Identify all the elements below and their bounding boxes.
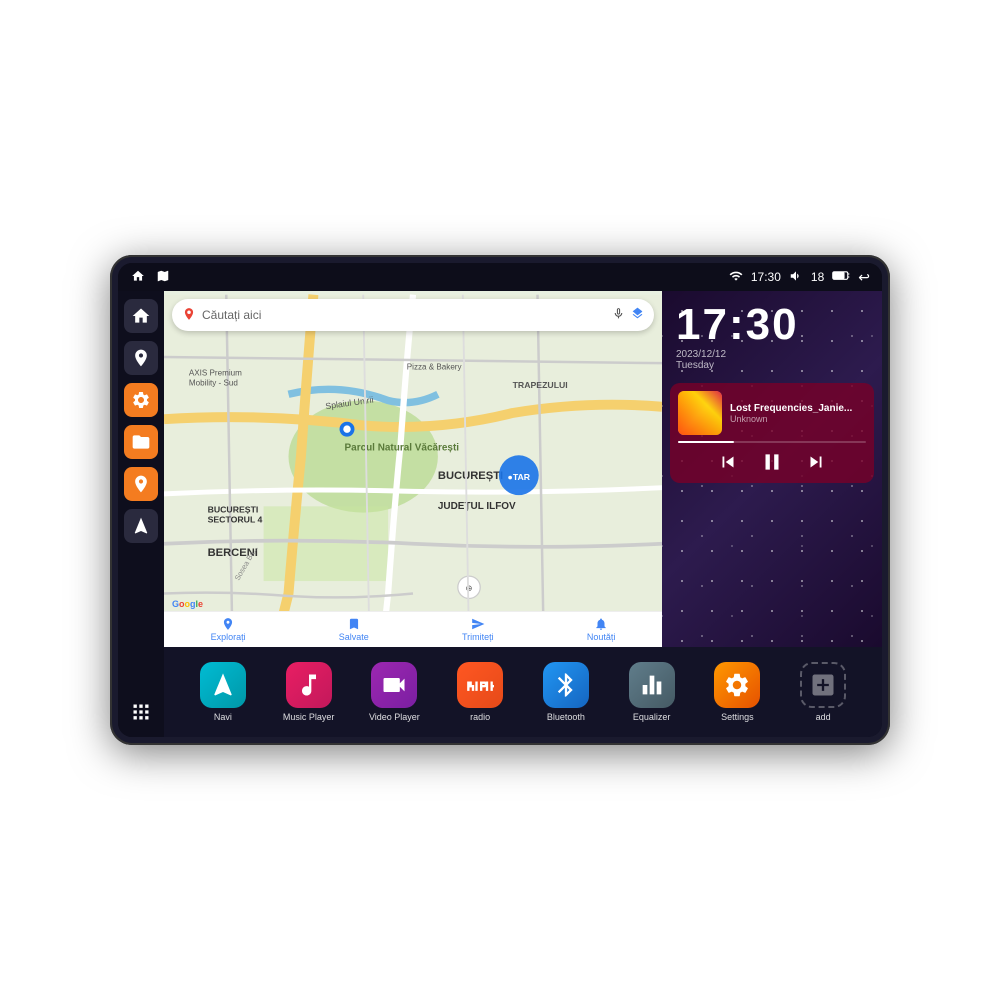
app-grid-section: Navi Music Player Video Player (164, 647, 882, 737)
map-background: Splaiul Unirii Parcul Natural Văcărești … (164, 291, 662, 647)
layers-icon[interactable] (631, 307, 644, 323)
music-progress-bar[interactable] (678, 441, 866, 443)
back-icon[interactable]: ↩ (858, 269, 870, 286)
sidebar (118, 291, 164, 737)
navi-label: Navi (214, 712, 232, 722)
app-equalizer[interactable]: Equalizer (621, 662, 683, 722)
equalizer-label: Equalizer (633, 712, 671, 722)
mic-icon[interactable] (612, 307, 625, 323)
volume-icon (789, 269, 803, 286)
status-bar: 17:30 18 ↩ (118, 263, 882, 291)
svg-text:BUCUREȘTI: BUCUREȘTI (208, 505, 259, 515)
sidebar-settings-button[interactable] (124, 383, 158, 417)
svg-text:TRAPEZULUI: TRAPEZULUI (513, 380, 568, 390)
contribute-label: Trimiteți (462, 632, 494, 642)
app-navi[interactable]: Navi (192, 662, 254, 722)
album-art (678, 391, 722, 435)
svg-text:AXIS Premium: AXIS Premium (189, 369, 242, 378)
music-controls (678, 449, 866, 475)
status-time: 17:30 (751, 270, 781, 284)
music-info: Lost Frequencies_Janie... Unknown (730, 403, 866, 424)
map-bottom-bar: Explorați Salvate Trimiteți (164, 611, 662, 647)
sidebar-location-button[interactable] (124, 467, 158, 501)
svg-text:BUCUREȘTI: BUCUREȘTI (438, 470, 503, 482)
svg-text:Parcul Natural Văcărești: Parcul Natural Văcărești (345, 442, 460, 453)
svg-text:SECTORUL 4: SECTORUL 4 (208, 515, 263, 525)
main-area: Splaiul Unirii Parcul Natural Văcărești … (118, 291, 882, 737)
pause-button[interactable] (759, 449, 785, 475)
sidebar-grid-button[interactable] (124, 695, 158, 729)
app-video-player[interactable]: Video Player (363, 662, 425, 722)
app-radio[interactable]: radio (449, 662, 511, 722)
radio-label: radio (470, 712, 490, 722)
prev-button[interactable] (717, 451, 739, 473)
bluetooth-label: Bluetooth (547, 712, 585, 722)
video-player-label: Video Player (369, 712, 420, 722)
map-status-icon (156, 269, 170, 286)
device-screen: 17:30 18 ↩ (118, 263, 882, 737)
bluetooth-icon-bg (543, 662, 589, 708)
sidebar-folder-button[interactable] (124, 425, 158, 459)
next-button[interactable] (805, 451, 827, 473)
app-add[interactable]: add (792, 662, 854, 722)
app-music-player[interactable]: Music Player (278, 662, 340, 722)
maps-logo-icon (182, 307, 196, 324)
map-contribute-button[interactable]: Trimiteți (462, 617, 494, 642)
svg-text:JUDEȚUL ILFOV: JUDEȚUL ILFOV (438, 501, 516, 512)
map-explore-button[interactable]: Explorați (211, 617, 246, 642)
equalizer-icon-bg (629, 662, 675, 708)
album-art-image (678, 391, 722, 435)
saved-label: Salvate (339, 632, 369, 642)
svg-text:Mobility - Sud: Mobility - Sud (189, 379, 238, 388)
video-icon-bg (371, 662, 417, 708)
app-bluetooth[interactable]: Bluetooth (535, 662, 597, 722)
svg-text:●TAR: ●TAR (508, 472, 531, 482)
svg-text:Pizza & Bakery: Pizza & Bakery (407, 362, 463, 371)
home-icon (130, 269, 146, 286)
music-artist: Unknown (730, 414, 866, 424)
device: 17:30 18 ↩ (110, 255, 890, 745)
sidebar-navigation-button[interactable] (124, 509, 158, 543)
updates-label: Noutăți (587, 632, 616, 642)
music-title: Lost Frequencies_Janie... (730, 403, 866, 414)
music-progress-fill (678, 441, 734, 443)
map-search-text: Căutați aici (202, 308, 606, 322)
clock-section: 17:30 2023/12/12 Tuesday (662, 291, 882, 379)
right-panel: 17:30 2023/12/12 Tuesday (662, 291, 882, 647)
clock-time: 17:30 (676, 303, 868, 347)
add-icon-bg (800, 662, 846, 708)
status-bar-right: 17:30 18 ↩ (729, 269, 870, 286)
map-svg: Splaiul Unirii Parcul Natural Văcărești … (164, 291, 662, 647)
content-area: Splaiul Unirii Parcul Natural Văcărești … (164, 291, 882, 737)
wifi-icon (729, 269, 743, 286)
music-player-label: Music Player (283, 712, 335, 722)
battery-level: 18 (811, 270, 824, 284)
music-player: Lost Frequencies_Janie... Unknown (670, 383, 874, 483)
battery-icon (832, 270, 850, 284)
music-icon-bg (286, 662, 332, 708)
app-settings[interactable]: Settings (706, 662, 768, 722)
map-saved-button[interactable]: Salvate (339, 617, 369, 642)
settings-label: Settings (721, 712, 754, 722)
clock-date: 2023/12/12 Tuesday (676, 349, 868, 371)
sidebar-home-button[interactable] (124, 299, 158, 333)
music-top: Lost Frequencies_Janie... Unknown (678, 391, 866, 435)
navi-icon-bg (200, 662, 246, 708)
google-logo: Google (172, 599, 203, 609)
map-container[interactable]: Splaiul Unirii Parcul Natural Văcărești … (164, 291, 662, 647)
status-bar-left (130, 269, 170, 286)
map-updates-button[interactable]: Noutăți (587, 617, 616, 642)
sidebar-map-button[interactable] (124, 341, 158, 375)
radio-icon-bg (457, 662, 503, 708)
add-label: add (816, 712, 831, 722)
explore-label: Explorați (211, 632, 246, 642)
top-section: Splaiul Unirii Parcul Natural Văcărești … (164, 291, 882, 647)
settings-icon-bg (714, 662, 760, 708)
map-search-bar[interactable]: Căutați aici (172, 299, 654, 331)
